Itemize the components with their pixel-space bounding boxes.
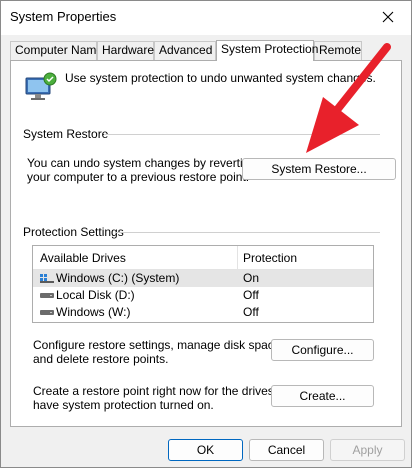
- drive-protection-status: On: [243, 271, 260, 285]
- column-header-protection[interactable]: Protection: [243, 251, 297, 265]
- drives-list[interactable]: Available Drives Protection Windows (C:)…: [32, 245, 374, 323]
- tab-advanced[interactable]: Advanced: [154, 41, 216, 60]
- close-button[interactable]: [365, 1, 411, 33]
- windows-drive-icon: [40, 274, 54, 283]
- cancel-button[interactable]: Cancel: [249, 439, 324, 461]
- drive-row[interactable]: Windows (C:) (System) On: [33, 270, 373, 287]
- close-icon: [382, 11, 394, 23]
- drive-row[interactable]: Windows (W:) Off: [33, 304, 373, 321]
- tab-label: Computer Name: [15, 43, 104, 57]
- dialog-footer: OK Cancel Apply: [1, 427, 411, 467]
- tab-label: Advanced: [159, 43, 213, 57]
- window-title: System Properties: [10, 9, 117, 24]
- drive-name: Windows (W:): [56, 305, 131, 319]
- drives-list-header: Available Drives Protection: [33, 246, 373, 270]
- tab-system-protection[interactable]: System Protection: [216, 40, 318, 61]
- drive-protection-status: Off: [243, 288, 259, 302]
- disk-drive-icon: [40, 310, 54, 315]
- drive-name: Local Disk (D:): [56, 288, 135, 302]
- drive-protection-status: Off: [243, 305, 259, 319]
- column-header-available-drives[interactable]: Available Drives: [40, 251, 126, 265]
- title-bar: System Properties: [1, 1, 411, 35]
- configure-description: Configure restore settings, manage disk …: [33, 338, 284, 352]
- system-restore-heading: System Restore: [23, 127, 109, 141]
- configure-description: and delete restore points.: [33, 352, 169, 366]
- disk-drive-icon: [40, 293, 54, 298]
- protection-settings-heading: Protection Settings: [23, 225, 124, 239]
- drive-row[interactable]: Local Disk (D:) Off: [33, 287, 373, 304]
- section-divider: [116, 232, 380, 233]
- tab-label: System Protection: [221, 42, 319, 56]
- system-restore-description: your computer to a previous restore poin…: [27, 170, 250, 184]
- column-separator: [237, 246, 238, 270]
- system-properties-window: System Properties Computer Name Hardware…: [0, 0, 412, 468]
- drive-name: Windows (C:) (System): [56, 271, 180, 285]
- create-description: Create a restore point right now for the…: [33, 384, 298, 398]
- create-description: have system protection turned on.: [33, 398, 214, 412]
- system-protection-icon: [25, 72, 57, 100]
- annotation-arrow-icon: [306, 43, 391, 153]
- tab-computer-name[interactable]: Computer Name: [10, 41, 103, 60]
- apply-button[interactable]: Apply: [330, 439, 405, 461]
- tab-hardware[interactable]: Hardware: [97, 41, 154, 60]
- system-restore-description: You can undo system changes by reverting: [27, 156, 257, 170]
- configure-button[interactable]: Configure...: [271, 339, 374, 361]
- ok-button[interactable]: OK: [168, 439, 243, 461]
- tab-label: Hardware: [102, 43, 155, 57]
- system-restore-button[interactable]: System Restore...: [242, 158, 396, 180]
- create-button[interactable]: Create...: [271, 385, 374, 407]
